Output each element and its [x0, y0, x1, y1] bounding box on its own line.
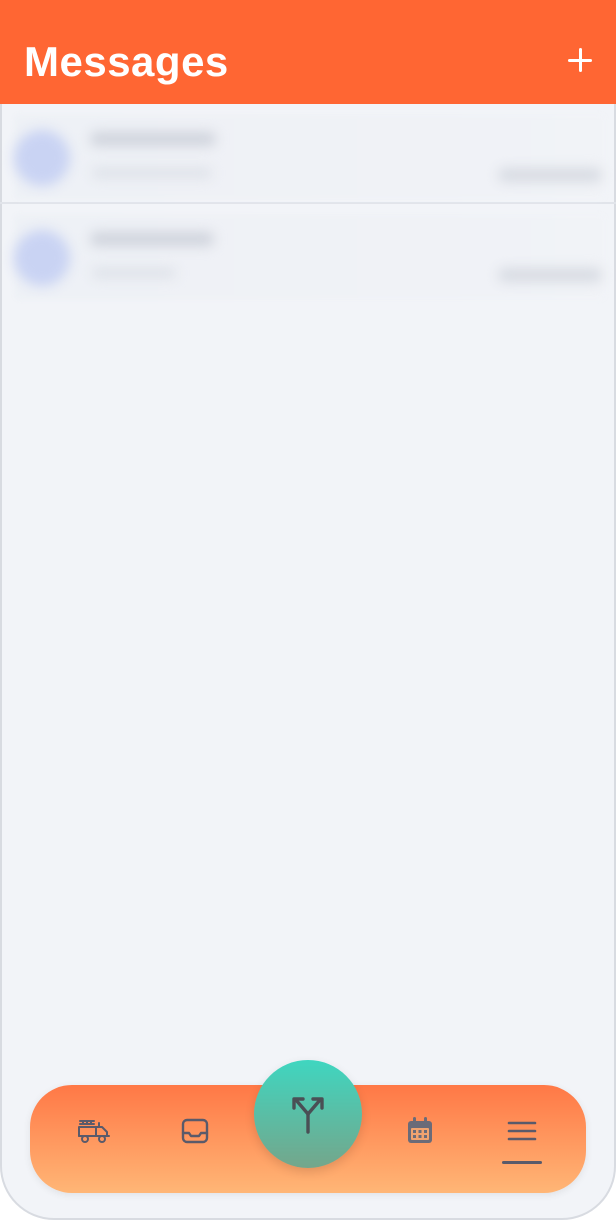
message-row-background [14, 214, 606, 300]
message-list [0, 104, 616, 302]
message-sender-name [90, 232, 214, 246]
message-row[interactable] [0, 104, 616, 204]
tab-fire-truck[interactable] [70, 1107, 118, 1155]
message-preview [92, 268, 176, 278]
add-message-button[interactable] [562, 40, 598, 80]
message-time [498, 268, 602, 282]
tab-menu[interactable] [498, 1107, 546, 1155]
message-sender-name [90, 132, 216, 146]
tab-inbox[interactable] [171, 1107, 219, 1155]
page-title: Messages [24, 38, 229, 85]
active-tab-indicator [502, 1161, 542, 1164]
avatar [14, 130, 70, 186]
message-row[interactable] [0, 204, 616, 302]
center-action-button[interactable] [254, 1060, 362, 1168]
app-header: Messages [0, 0, 616, 104]
tab-calendar[interactable] [396, 1107, 444, 1155]
app-screen: Messages [0, 0, 616, 1220]
split-arrow-icon [292, 1097, 324, 1134]
menu-icon [507, 1121, 537, 1141]
plus-icon-vertical [578, 48, 582, 72]
message-preview [92, 168, 212, 178]
calendar-icon [408, 1117, 432, 1143]
message-time [498, 168, 602, 182]
fire-truck-icon [78, 1120, 110, 1143]
inbox-icon [181, 1118, 209, 1144]
message-row-background [14, 114, 606, 200]
avatar [14, 230, 70, 286]
